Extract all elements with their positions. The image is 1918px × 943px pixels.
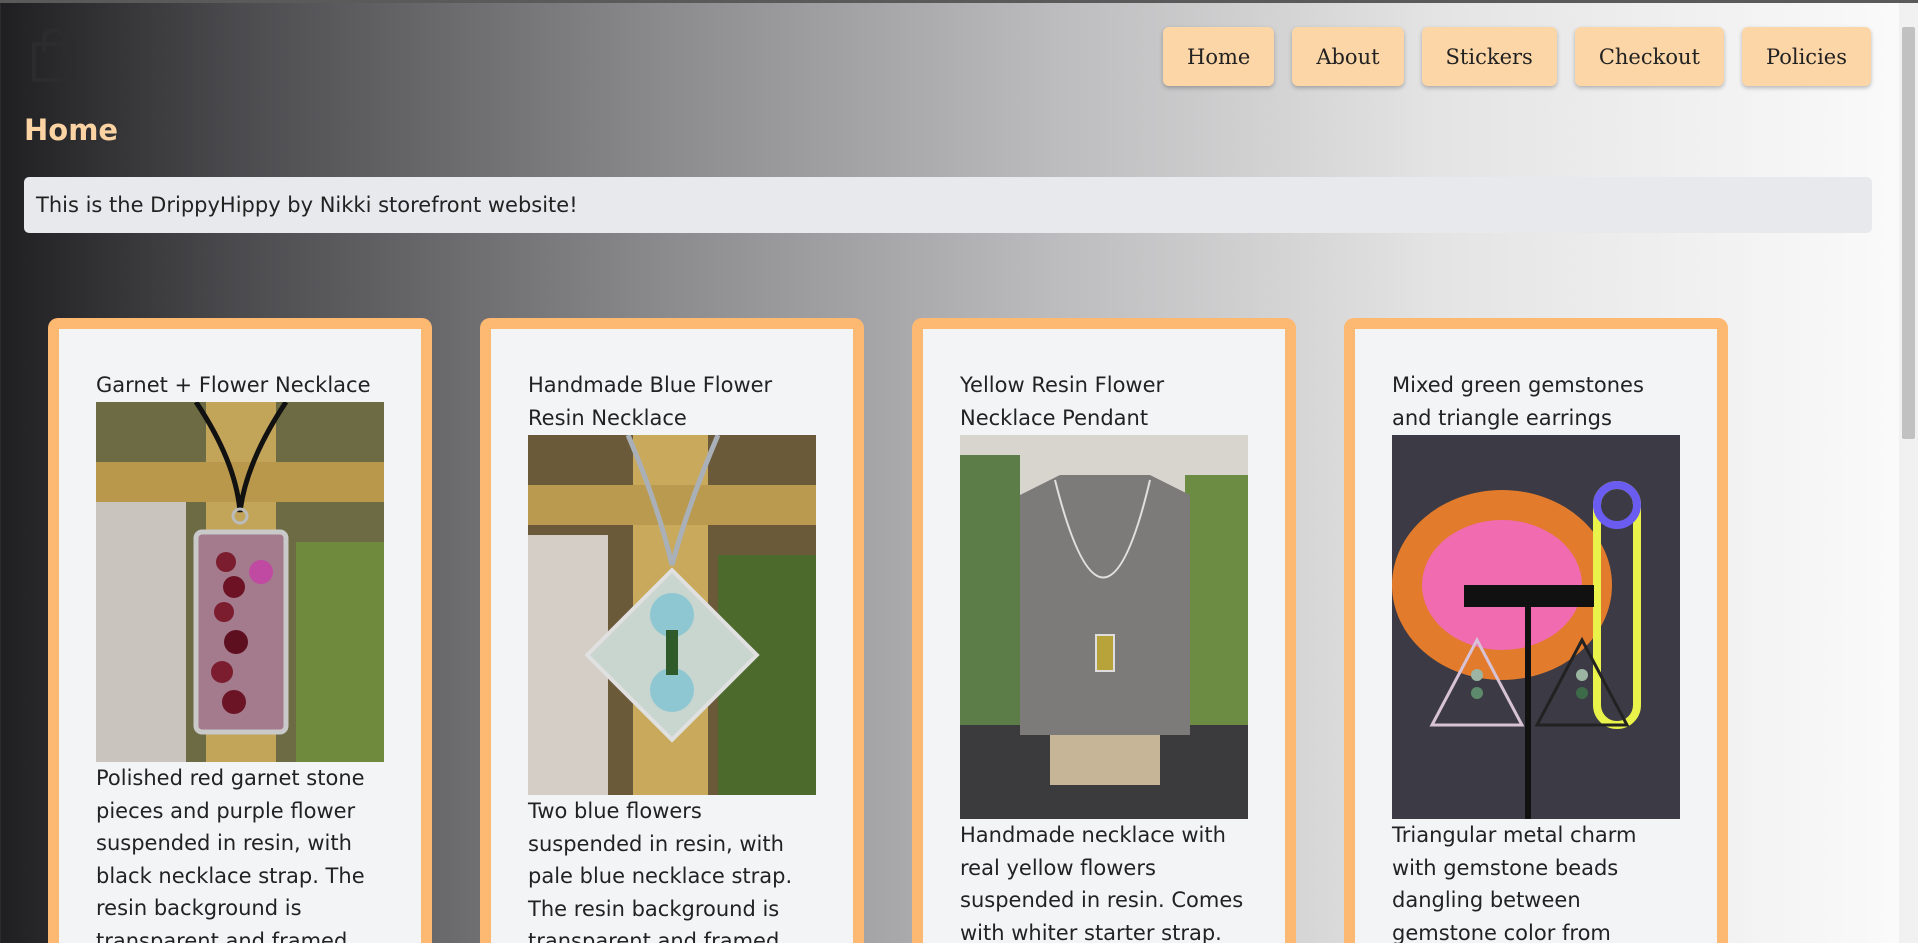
product-description: Two blue flowers suspended in resin, wit… [528, 799, 793, 943]
product-title: Yellow Resin Flower Necklace Pendant [960, 373, 1165, 430]
product-title: Garnet + Flower Necklace [96, 373, 371, 397]
nav-home-button[interactable]: Home [1163, 27, 1275, 86]
product-card[interactable]: Handmade Blue Flower Resin Necklace Two … [480, 318, 864, 943]
product-image[interactable] [960, 435, 1248, 819]
nav-policies-button[interactable]: Policies [1741, 27, 1871, 86]
window-top-edge [0, 0, 1918, 3]
nav-checkout-button[interactable]: Checkout [1574, 27, 1724, 86]
product-description: Triangular metal charm with gemstone bea… [1392, 823, 1637, 943]
product-image[interactable] [528, 435, 816, 795]
nav-stickers-button[interactable]: Stickers [1421, 27, 1557, 86]
page-title: Home [24, 113, 119, 147]
product-title: Mixed green gemstones and triangle earri… [1392, 373, 1644, 430]
product-card[interactable]: Yellow Resin Flower Necklace Pendant Han… [912, 318, 1296, 943]
nav-about-button[interactable]: About [1292, 27, 1404, 86]
page-scrollbar[interactable] [1899, 3, 1918, 943]
main-nav: Home About Stickers Checkout Policies [1163, 27, 1871, 86]
product-card[interactable]: Garnet + Flower Necklace Polished red ga… [48, 318, 432, 943]
scrollbar-thumb[interactable] [1902, 27, 1915, 439]
product-description: Polished red garnet stone pieces and pur… [96, 766, 365, 943]
shopping-bag-icon[interactable] [28, 28, 80, 84]
intro-banner: This is the DrippyHippy by Nikki storefr… [24, 177, 1872, 233]
product-description: Handmade necklace with real yellow flowe… [960, 823, 1244, 943]
product-image[interactable] [1392, 435, 1680, 819]
product-title: Handmade Blue Flower Resin Necklace [528, 373, 773, 430]
product-card[interactable]: Mixed green gemstones and triangle earri… [1344, 318, 1728, 943]
product-image[interactable] [96, 402, 384, 762]
